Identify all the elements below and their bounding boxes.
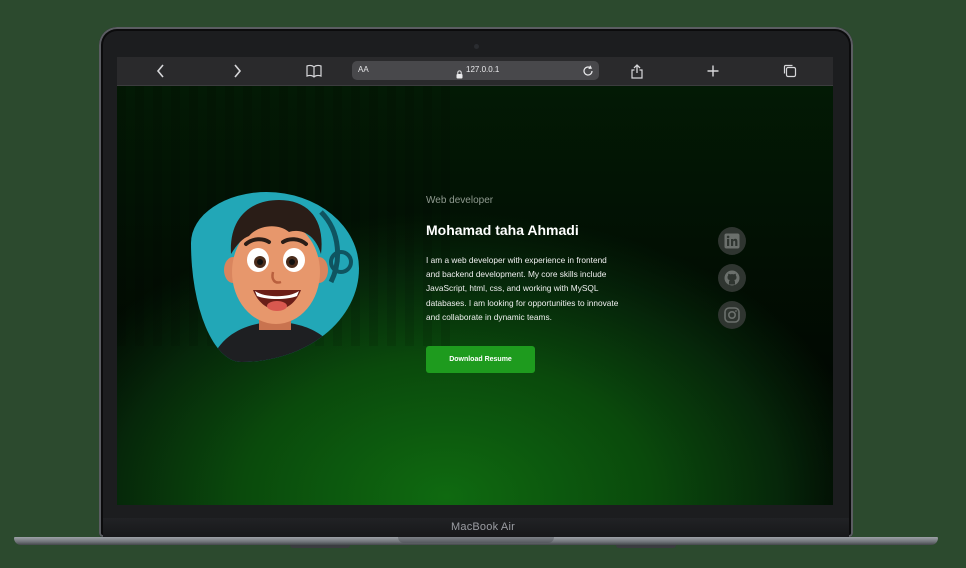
reload-icon[interactable] (582, 64, 594, 82)
laptop-screen: AA 127.0.0.1 Web developer Mohamad taha … (117, 57, 833, 505)
laptop-opening-notch (398, 537, 554, 543)
portfolio-page: Web developer Mohamad taha Ahmadi I am a… (117, 86, 833, 505)
download-resume-button[interactable]: Download Resume (426, 346, 535, 373)
forward-icon[interactable] (225, 61, 249, 81)
url-text: 127.0.0.1 (466, 65, 500, 74)
back-icon[interactable] (149, 61, 173, 81)
address-bar[interactable]: AA 127.0.0.1 (352, 61, 599, 80)
text-size-button[interactable]: AA (358, 65, 369, 74)
profile-subtitle: Web developer (426, 195, 494, 206)
profile-bio: I am a web developer with experience in … (426, 255, 619, 322)
device-label: MacBook Air (451, 521, 515, 533)
github-icon[interactable] (718, 264, 746, 292)
bookmarks-icon[interactable] (302, 61, 326, 81)
new-tab-icon[interactable] (701, 61, 725, 81)
profile-name: Mohamad taha Ahmadi (426, 222, 579, 238)
share-icon[interactable] (625, 61, 649, 81)
laptop-foot (290, 545, 350, 548)
tabs-overview-icon[interactable] (778, 61, 802, 81)
browser-toolbar: AA 127.0.0.1 (117, 57, 833, 86)
camera (474, 44, 479, 49)
linkedin-icon[interactable] (718, 227, 746, 255)
laptop-foot (616, 545, 676, 548)
lock-icon (456, 66, 463, 84)
instagram-icon[interactable] (718, 301, 746, 329)
